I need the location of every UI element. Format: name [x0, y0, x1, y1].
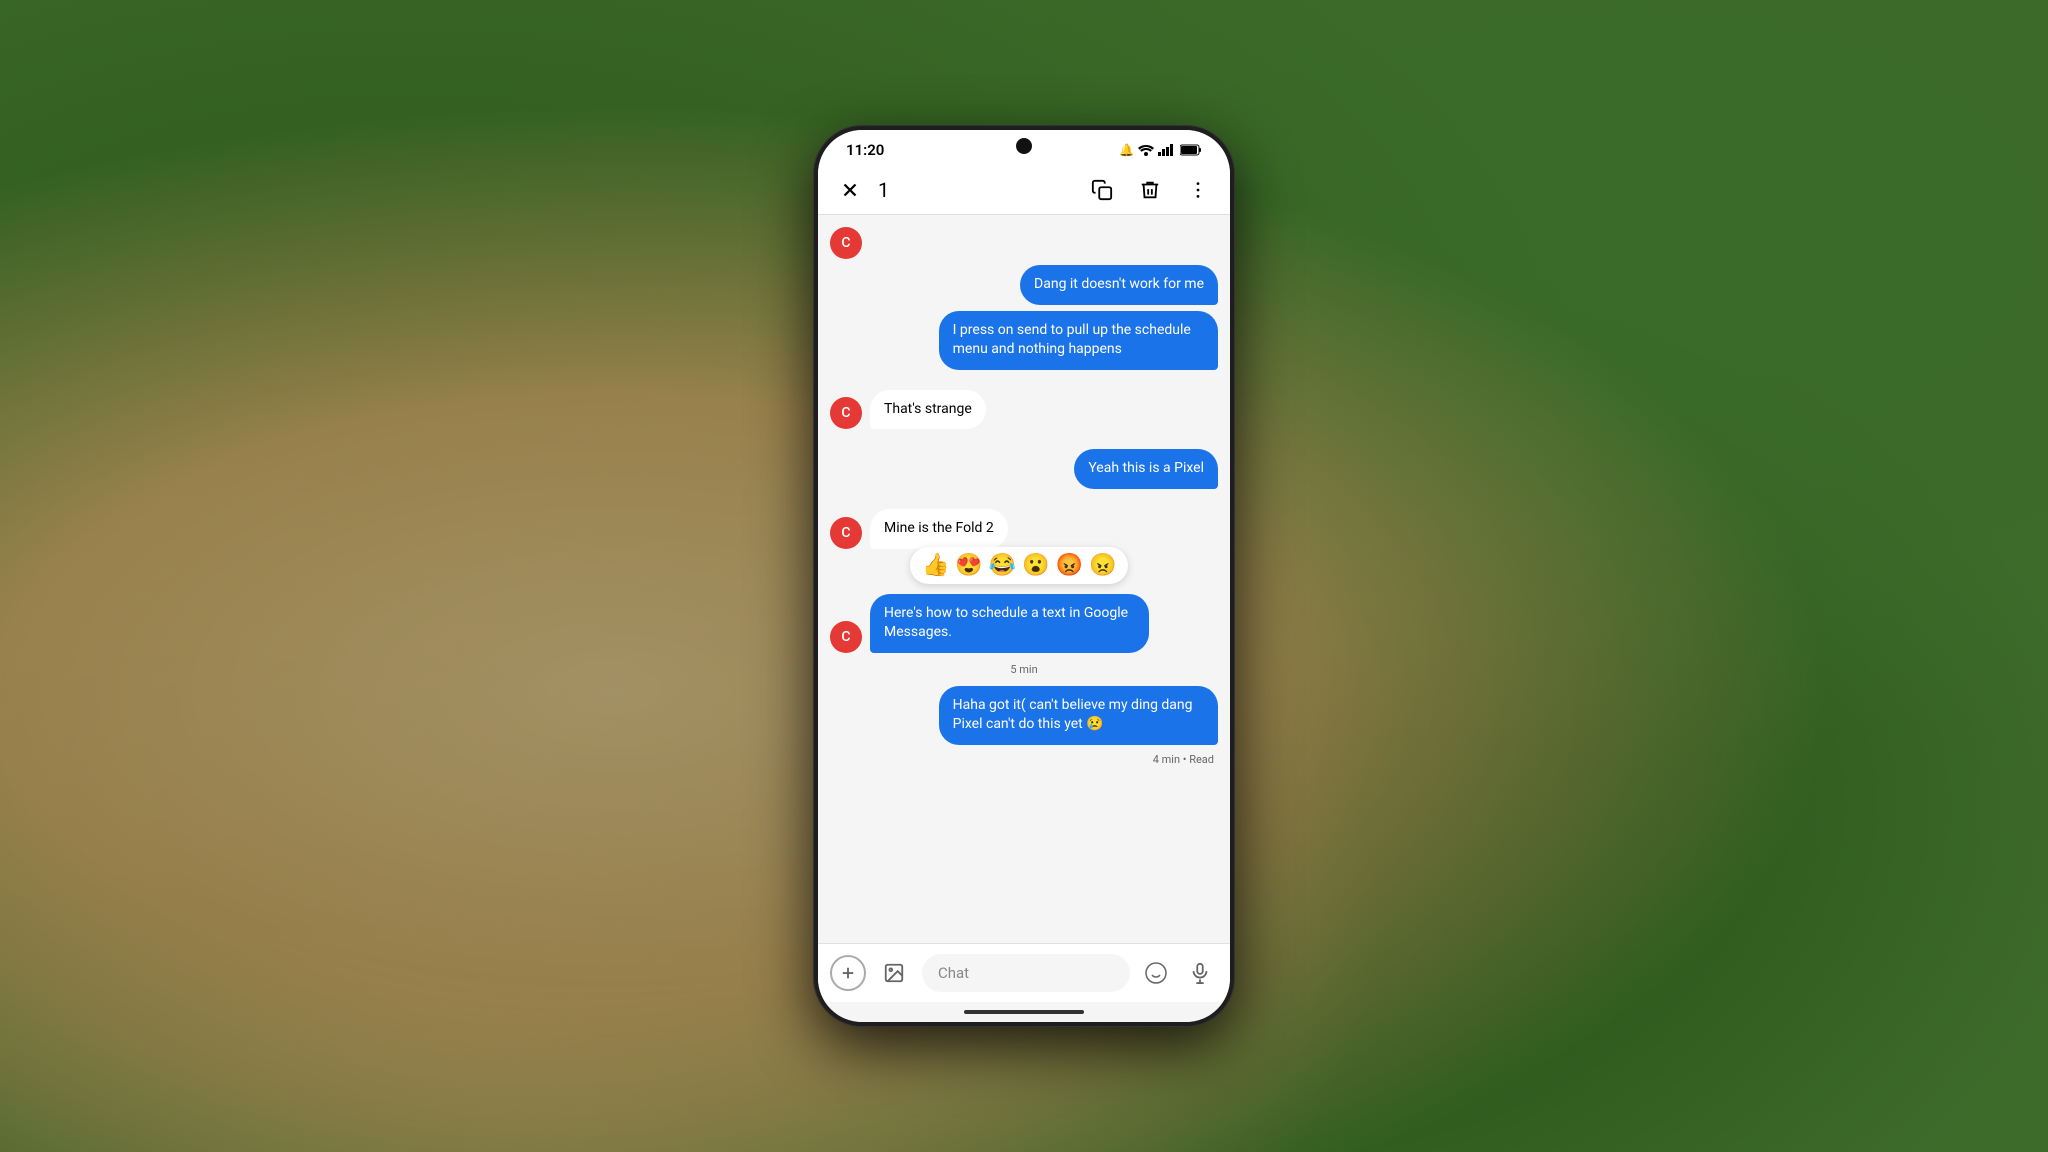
message-text-7: Haha got it( can't believe my ding dang …	[953, 697, 1193, 733]
read-receipt: 4 min • Read	[830, 753, 1218, 766]
emoji-reaction-bar[interactable]: 👍 😍 😂 😮 😡 😠	[910, 547, 1128, 584]
table-row: I press on send to pull up the schedule …	[830, 311, 1218, 370]
selection-count: 1	[878, 178, 889, 202]
phone-device: 11:20 🔔	[814, 126, 1234, 1026]
message-text-3: That's strange	[884, 401, 972, 417]
table-row: C Here's how to schedule a text in Googl…	[830, 594, 1218, 653]
contact-avatar-2: C	[830, 397, 862, 429]
emoji-laugh[interactable]: 😂	[989, 553, 1016, 578]
action-bar: 1	[818, 166, 1230, 215]
message-bubble-5[interactable]: Mine is the Fold 2	[870, 509, 1008, 549]
chat-placeholder: Chat	[938, 964, 969, 982]
status-time: 11:20	[846, 141, 884, 159]
battery-icon	[1180, 144, 1202, 156]
emoji-heart-eyes[interactable]: 😍	[955, 553, 982, 578]
emoji-thumbsup[interactable]: 👍	[922, 553, 949, 578]
table-row: Dang it doesn't work for me	[830, 265, 1218, 305]
copy-button[interactable]	[1086, 174, 1118, 206]
image-attach-button[interactable]	[876, 955, 912, 991]
emoji-rage[interactable]: 😠	[1089, 553, 1116, 578]
camera-cutout	[1016, 138, 1032, 154]
message-bubble-6[interactable]: Here's how to schedule a text in Google …	[870, 594, 1149, 653]
messages-area: C Dang it doesn't work for me I press on…	[818, 215, 1230, 943]
message-text-4: Yeah this is a Pixel	[1088, 460, 1204, 476]
close-button[interactable]	[834, 174, 866, 206]
table-row: Yeah this is a Pixel	[830, 449, 1218, 489]
mic-button[interactable]	[1182, 955, 1218, 991]
delete-button[interactable]	[1134, 174, 1166, 206]
emoji-surprised[interactable]: 😮	[1022, 553, 1049, 578]
table-row: Haha got it( can't believe my ding dang …	[830, 686, 1218, 745]
contact-avatar-top: C	[830, 227, 862, 259]
message-text-2: I press on send to pull up the schedule …	[953, 322, 1191, 358]
chat-input-field[interactable]: Chat	[922, 954, 1130, 992]
emoji-angry[interactable]: 😡	[1056, 553, 1083, 578]
avatar-initial: C	[841, 235, 850, 251]
emoji-picker-button[interactable]	[1140, 957, 1172, 989]
phone-screen: 11:20 🔔	[818, 130, 1230, 1022]
timestamp-5min: 5 min	[830, 663, 1218, 676]
wifi-icon	[1138, 144, 1154, 156]
contact-avatar-3: C	[830, 517, 862, 549]
message-bubble-7[interactable]: Haha got it( can't believe my ding dang …	[939, 686, 1218, 745]
message-text-5: Mine is the Fold 2	[884, 520, 994, 536]
message-text-6: Here's how to schedule a text in Google …	[884, 605, 1128, 641]
status-icons: 🔔	[1119, 143, 1202, 157]
signal-icon	[1158, 144, 1176, 156]
message-bubble-2[interactable]: I press on send to pull up the schedule …	[939, 311, 1218, 370]
home-indicator	[818, 1002, 1230, 1022]
message-bubble-3[interactable]: That's strange	[870, 390, 986, 430]
add-button[interactable]	[830, 955, 866, 991]
message-text-1: Dang it doesn't work for me	[1034, 276, 1204, 292]
contact-avatar-row: C	[830, 227, 1218, 259]
vibrate-icon: 🔔	[1119, 143, 1134, 157]
message-bubble-1[interactable]: Dang it doesn't work for me	[1020, 265, 1218, 305]
table-row: C That's strange	[830, 390, 1218, 430]
input-bar: Chat	[818, 943, 1230, 1002]
message-bubble-4[interactable]: Yeah this is a Pixel	[1074, 449, 1218, 489]
contact-avatar-4: C	[830, 621, 862, 653]
home-bar[interactable]	[964, 1010, 1084, 1014]
more-options-button[interactable]	[1182, 174, 1214, 206]
table-row: C Mine is the Fold 2	[830, 509, 1218, 549]
action-bar-right	[1086, 174, 1214, 206]
action-bar-left: 1	[834, 174, 1074, 206]
